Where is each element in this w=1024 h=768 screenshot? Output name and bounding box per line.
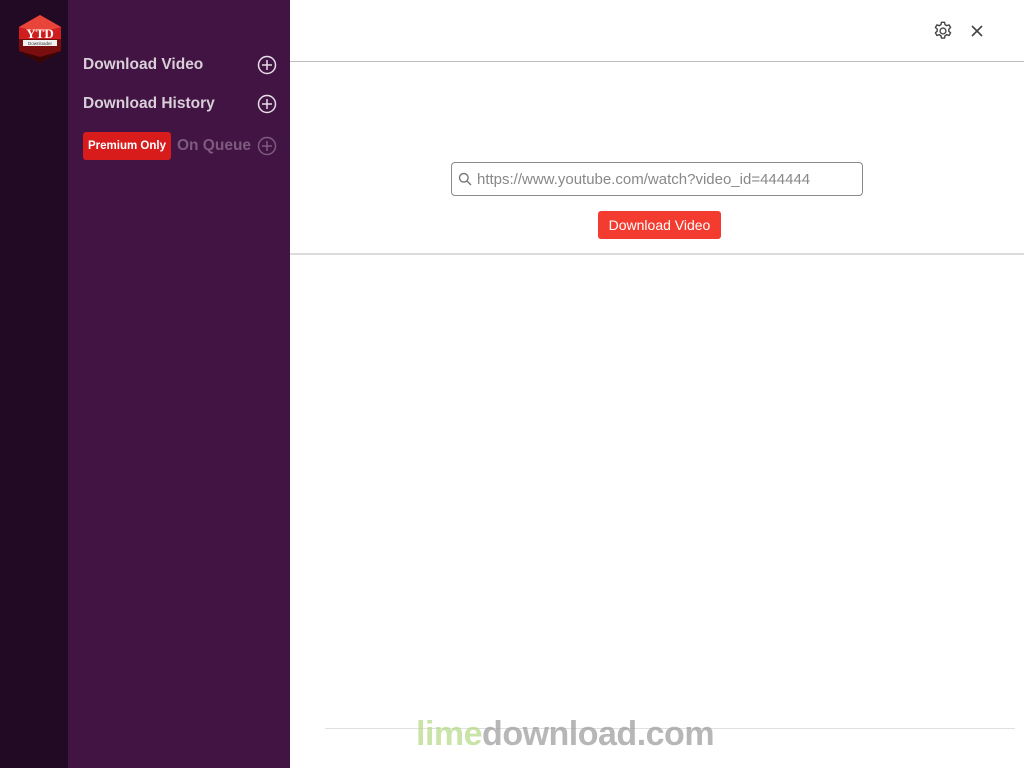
add-circle-icon[interactable] [257,55,277,75]
settings-button[interactable] [930,18,956,44]
watermark-part1: lime [416,715,483,753]
ytd-logo: YTD Downloader [16,13,64,65]
premium-only-badge: Premium Only [83,132,171,160]
watermark: limedownload.com [416,715,715,759]
svg-text:Downloader: Downloader [28,41,53,46]
top-bar [290,0,1024,62]
add-circle-icon [257,136,277,156]
left-rail: YTD Downloader [0,0,68,768]
divider [290,253,1024,255]
app-window: YTD Downloader Download Video Download H… [0,0,1024,768]
gear-icon [934,21,952,39]
close-icon [971,25,983,37]
sidebar-item-label: Download Video [83,56,204,73]
sidebar: Download Video Download History Premium … [68,0,290,768]
url-input-field[interactable] [451,162,863,196]
url-input[interactable] [477,170,847,188]
watermark-part2: download.com [482,715,715,753]
svg-text:YTD: YTD [26,26,53,41]
sidebar-item-download-video[interactable]: Download Video [83,52,277,78]
download-video-button[interactable]: Download Video [598,211,721,239]
sidebar-item-on-queue[interactable]: Premium Only On Queue [83,132,277,160]
sidebar-item-label: On Queue [176,137,252,154]
main-panel: Download Video [290,0,1024,768]
close-button[interactable] [964,18,990,44]
sidebar-item-download-history[interactable]: Download History [83,91,277,117]
sidebar-item-label: Download History [83,95,215,112]
add-circle-icon[interactable] [257,94,277,114]
search-icon [458,172,472,186]
